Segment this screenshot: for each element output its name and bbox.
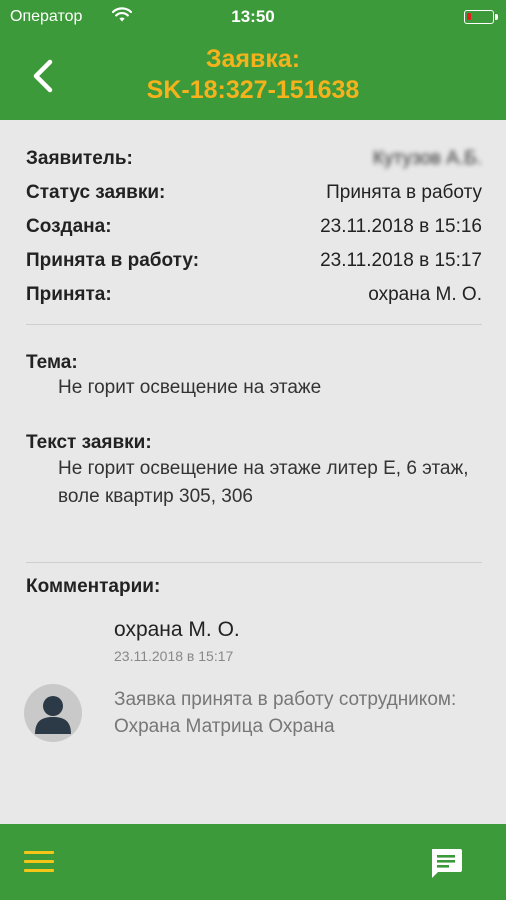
comments-label: Комментарии: bbox=[26, 576, 161, 597]
page-title-line2: SK-18:327-151638 bbox=[146, 76, 360, 104]
request-text-label: Текст заявки: bbox=[26, 432, 152, 453]
created-row: Создана: 23.11.2018 в 15:16 bbox=[26, 216, 482, 246]
chevron-left-icon bbox=[33, 59, 53, 93]
applicant-value: Кутузов А.Б. bbox=[372, 148, 482, 169]
status-value: Принята в работу bbox=[326, 182, 482, 203]
battery-level bbox=[467, 13, 471, 20]
comment-author: охрана М. О. bbox=[114, 618, 240, 641]
created-label: Создана: bbox=[26, 216, 112, 237]
bottom-toolbar bbox=[0, 824, 506, 900]
request-details: Заявитель: Кутузов А.Б. Статус заявки: П… bbox=[0, 120, 506, 824]
topic-text: Не горит освещение на этаже bbox=[58, 377, 322, 398]
applicant-label: Заявитель: bbox=[26, 148, 133, 169]
chat-icon[interactable] bbox=[428, 846, 464, 882]
hamburger-menu-icon[interactable] bbox=[24, 851, 54, 875]
page-title-line1: Заявка: bbox=[205, 45, 301, 73]
page-title: Заявка: SK-18:327-151638 bbox=[80, 44, 426, 106]
request-text-body: Не горит освещение на этаже литер Е, 6 э… bbox=[58, 458, 469, 507]
accepted-by-value: охрана М. О. bbox=[368, 284, 482, 305]
comment-text: Заявка принята в работу сотрудником: Охр… bbox=[114, 689, 457, 737]
divider bbox=[26, 562, 482, 563]
accepted-by-row: Принята: охрана М. О. bbox=[26, 284, 482, 314]
applicant-row: Заявитель: Кутузов А.Б. bbox=[26, 148, 482, 178]
comment-date: 23.11.2018 в 15:17 bbox=[114, 648, 234, 664]
clock: 13:50 bbox=[231, 7, 275, 26]
accepted-value: 23.11.2018 в 15:17 bbox=[320, 250, 482, 271]
status-bar: Оператор 13:50 bbox=[0, 0, 506, 34]
divider bbox=[26, 324, 482, 325]
status-label: Статус заявки: bbox=[26, 182, 166, 203]
back-button[interactable] bbox=[30, 56, 70, 100]
accepted-label: Принята в работу: bbox=[26, 250, 200, 271]
topic-label: Тема: bbox=[26, 352, 78, 373]
created-value: 23.11.2018 в 15:16 bbox=[320, 216, 482, 237]
status-row: Статус заявки: Принята в работу bbox=[26, 182, 482, 212]
accepted-row: Принята в работу: 23.11.2018 в 15:17 bbox=[26, 250, 482, 280]
user-avatar-icon bbox=[24, 684, 82, 742]
accepted-by-label: Принята: bbox=[26, 284, 112, 305]
battery-icon bbox=[464, 10, 498, 24]
navigation-bar: Заявка: SK-18:327-151638 bbox=[0, 34, 506, 120]
